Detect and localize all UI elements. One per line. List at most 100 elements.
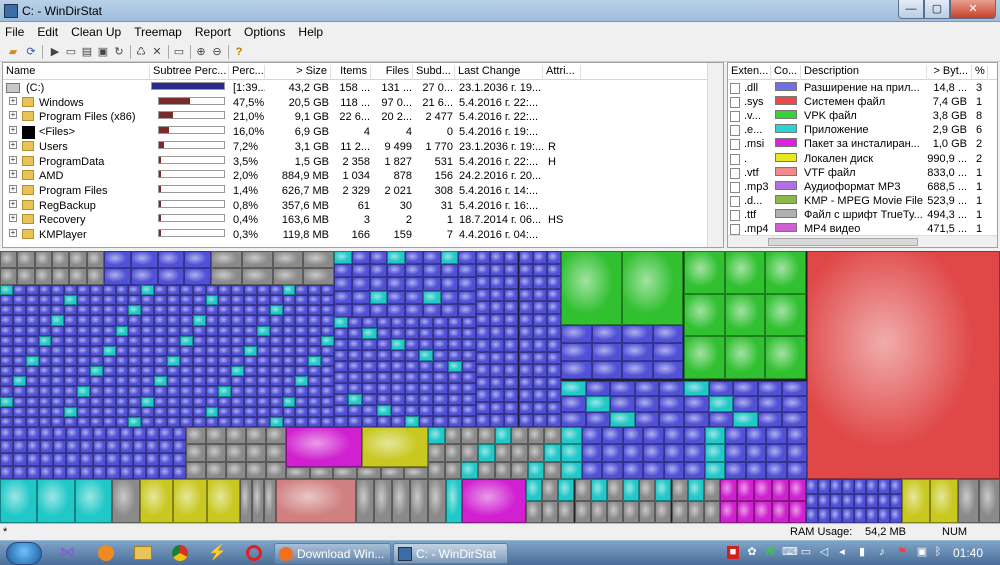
treemap-block-dll[interactable] xyxy=(334,251,352,265)
treemap-block-dll[interactable] xyxy=(218,325,232,336)
treemap-block-dll[interactable] xyxy=(231,345,245,356)
treemap-block-dll[interactable] xyxy=(77,406,90,417)
treemap-block-dll[interactable] xyxy=(362,394,377,405)
treemap-block-dll[interactable] xyxy=(89,285,103,296)
treemap-block-dll[interactable] xyxy=(38,356,52,367)
treemap-block-dll[interactable] xyxy=(51,416,65,427)
treemap-block-dll[interactable] xyxy=(26,440,40,453)
treemap-block-dll[interactable] xyxy=(218,345,232,356)
treemap-block-dll[interactable] xyxy=(405,290,423,304)
treemap-block-dll[interactable] xyxy=(205,325,219,336)
treemap-block-dll[interactable] xyxy=(321,396,334,407)
treemap-block-dll[interactable] xyxy=(854,508,866,523)
treemap-block-dll[interactable] xyxy=(141,366,155,377)
treemap-block-dll[interactable] xyxy=(192,356,206,367)
treemap-block-grey[interactable] xyxy=(428,479,446,523)
treemap-block-grey[interactable] xyxy=(86,268,104,285)
treemap-block-dll[interactable] xyxy=(733,396,758,412)
treemap-block-dll[interactable] xyxy=(154,335,167,346)
expand-icon[interactable]: + xyxy=(9,96,17,105)
treemap-block-dll[interactable] xyxy=(581,427,602,445)
col-color[interactable]: Co... xyxy=(771,65,801,80)
tray-record-icon[interactable]: ■ xyxy=(727,546,739,559)
treemap-block-grey[interactable] xyxy=(494,444,512,462)
treemap-block-dll[interactable] xyxy=(167,305,180,316)
treemap-block-dll[interactable] xyxy=(866,479,878,494)
treemap-block-dll[interactable] xyxy=(518,414,533,427)
treemap-block-dll[interactable] xyxy=(38,325,52,336)
treemap-block-dll[interactable] xyxy=(159,440,173,453)
treemap-block-grey[interactable] xyxy=(655,479,672,501)
treemap-block-exe[interactable] xyxy=(37,479,75,523)
treemap-block-dll[interactable] xyxy=(119,453,133,466)
treemap-block-dll[interactable] xyxy=(205,406,219,417)
treemap-block-grey[interactable] xyxy=(309,467,334,479)
treemap-block-vpk[interactable] xyxy=(724,336,766,379)
treemap-block-dll[interactable] xyxy=(128,376,142,387)
treemap-block-dll[interactable] xyxy=(0,305,13,316)
treemap-block-dll[interactable] xyxy=(12,285,26,296)
treemap-block-grey[interactable] xyxy=(266,461,286,479)
treemap-block-dll[interactable] xyxy=(405,277,423,291)
treemap-block-dll[interactable] xyxy=(192,325,206,336)
treemap-block-dll[interactable] xyxy=(433,350,448,361)
copy-path-icon[interactable]: ▭ xyxy=(64,45,78,59)
treemap-block-dll[interactable] xyxy=(154,315,167,326)
treemap-block-grey[interactable] xyxy=(211,251,242,268)
treemap-block-yellow[interactable] xyxy=(140,479,174,523)
treemap-block-dll[interactable] xyxy=(447,339,462,350)
treemap-block-dll[interactable] xyxy=(51,356,65,367)
treemap-block-dll[interactable] xyxy=(269,335,283,346)
treemap-block-dll[interactable] xyxy=(295,356,309,367)
treemap-block-dll[interactable] xyxy=(205,366,219,377)
treemap-block-dll[interactable] xyxy=(77,315,90,326)
treemap-block-dll[interactable] xyxy=(490,414,505,427)
treemap-block-dll[interactable] xyxy=(433,361,448,372)
treemap-block-dll[interactable] xyxy=(518,364,533,377)
treemap-block-dll[interactable] xyxy=(64,305,78,316)
treemap-block-grey[interactable] xyxy=(477,444,495,462)
treemap-block-dll[interactable] xyxy=(218,305,232,316)
treemap-block-dll[interactable] xyxy=(490,364,505,377)
treemap-block-dll[interactable] xyxy=(205,396,219,407)
treemap-block-dll[interactable] xyxy=(192,335,206,346)
treemap-block-grey[interactable] xyxy=(246,444,266,462)
treemap-block-dll[interactable] xyxy=(532,288,547,302)
treemap-block-dll[interactable] xyxy=(25,325,39,336)
treemap-block-vpk[interactable] xyxy=(724,251,766,294)
treemap-block-dll[interactable] xyxy=(154,386,167,397)
treemap-block-dll[interactable] xyxy=(12,356,26,367)
treemap-block-dll[interactable] xyxy=(362,372,377,383)
treemap-block-dll[interactable] xyxy=(634,396,660,412)
treemap-block-dll[interactable] xyxy=(561,427,582,445)
treemap-block-dll[interactable] xyxy=(362,383,377,394)
treemap-block-dll[interactable] xyxy=(334,317,349,328)
treemap-block-grey[interactable] xyxy=(428,444,445,462)
treemap-block-vpk[interactable] xyxy=(765,293,806,337)
treemap-block-dll[interactable] xyxy=(561,361,592,379)
treemap-block-dll[interactable] xyxy=(476,364,491,377)
treemap-block-dll[interactable] xyxy=(405,303,423,317)
treemap-block-dll[interactable] xyxy=(390,394,405,405)
winamp-icon[interactable]: ⚡ xyxy=(208,545,227,561)
treemap-block-dll[interactable] xyxy=(132,440,147,453)
treemap-block-msi[interactable] xyxy=(737,501,755,523)
zoom-in-icon[interactable]: ⊕ xyxy=(194,45,208,59)
treemap-block-dll[interactable] xyxy=(440,290,459,304)
treemap-block-dll[interactable] xyxy=(192,396,206,407)
visual-studio-icon[interactable]: ⋈ xyxy=(60,545,78,561)
list-item[interactable]: .ttf Файл с шрифт TrueTy... 494,3 ... 1 xyxy=(728,208,997,223)
treemap-block-dll[interactable] xyxy=(66,466,80,479)
treemap-block-dll[interactable] xyxy=(205,345,219,356)
treemap-block-dll[interactable] xyxy=(141,315,155,326)
treemap-block-dll[interactable] xyxy=(93,427,107,440)
treemap-block-dll[interactable] xyxy=(282,315,296,326)
treemap-block-dll[interactable] xyxy=(854,493,866,509)
treemap-block-dll[interactable] xyxy=(159,466,173,479)
treemap-block-dll[interactable] xyxy=(218,315,232,326)
treemap-block-dll[interactable] xyxy=(369,290,388,304)
treemap-block-dll[interactable] xyxy=(13,466,27,479)
treemap-block-vpk[interactable] xyxy=(765,336,806,379)
treemap-block-dll[interactable] xyxy=(205,356,219,367)
treemap-block-dll[interactable] xyxy=(12,315,26,326)
